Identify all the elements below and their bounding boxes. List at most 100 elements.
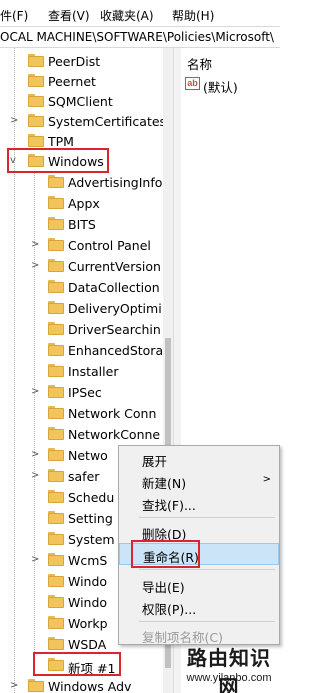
- chevron-right-icon[interactable]: >: [31, 239, 41, 251]
- tree-item-networkconnectivity[interactable]: NetworkConne: [0, 424, 173, 445]
- folder-icon: [48, 343, 64, 357]
- tree-expander[interactable]: [30, 575, 40, 587]
- tree-item-ipsec[interactable]: > IPSec: [0, 382, 173, 403]
- folder-icon: [48, 301, 64, 315]
- tree-item-label: CurrentVersion: [68, 259, 161, 274]
- folder-icon: [48, 259, 64, 273]
- tree-expander[interactable]: [30, 512, 40, 524]
- tree-expander[interactable]: [8, 55, 18, 67]
- folder-icon: [48, 238, 64, 252]
- menu-separator: [139, 569, 275, 570]
- tree-item-installer[interactable]: Installer: [0, 361, 173, 382]
- tree-item-label: WSDA: [68, 637, 107, 652]
- tree-expander[interactable]: [8, 135, 18, 147]
- tree-item-driversearching[interactable]: DriverSearchin: [0, 319, 173, 340]
- tree-item-label: WcmS: [68, 553, 108, 568]
- tree-item-peerdist[interactable]: PeerDist: [0, 51, 173, 72]
- tree-item-bits[interactable]: BITS: [0, 214, 173, 235]
- menu-view[interactable]: 查看(V): [48, 7, 90, 24]
- tree-item-label: Schedu: [68, 490, 115, 505]
- tree-item-enhancedstorage[interactable]: EnhancedStora: [0, 340, 173, 361]
- tree-item-windows-advanced[interactable]: > Windows Adv: [0, 676, 173, 693]
- tree-item-currentversion[interactable]: > CurrentVersion: [0, 256, 173, 277]
- tree-expander[interactable]: [30, 617, 40, 629]
- tree-expander[interactable]: [30, 638, 40, 650]
- folder-icon: [48, 511, 64, 525]
- menu-item-find[interactable]: 查找(F)...: [119, 492, 279, 514]
- tree-expander[interactable]: [30, 302, 40, 314]
- menu-favorites[interactable]: 收藏夹(A): [100, 7, 154, 24]
- chevron-right-icon[interactable]: >: [10, 680, 20, 692]
- menu-item-label: 查找(F)...: [142, 498, 196, 513]
- tree-item-tpm[interactable]: TPM: [0, 131, 173, 152]
- menu-help[interactable]: 帮助(H): [172, 7, 214, 24]
- tree-item-label: EnhancedStora: [68, 343, 164, 358]
- folder-icon: [48, 595, 64, 609]
- folder-icon: [48, 364, 64, 378]
- chevron-right-icon[interactable]: >: [10, 115, 20, 127]
- tree-item-label: Windows: [48, 154, 104, 169]
- folder-icon: [28, 94, 44, 108]
- address-path[interactable]: OCAL MACHINE\SOFTWARE\Policies\Microsoft…: [0, 30, 274, 44]
- folder-icon: [48, 175, 64, 189]
- chevron-down-icon[interactable]: v: [10, 155, 20, 167]
- menu-item-new[interactable]: 新建(N) >: [119, 470, 279, 492]
- tree-item-label: Installer: [68, 364, 119, 379]
- tree-item-control-panel[interactable]: > Control Panel: [0, 235, 173, 256]
- column-header-name[interactable]: 名称: [187, 54, 212, 73]
- tree-item-deliveryoptimization[interactable]: DeliveryOptimi: [0, 298, 173, 319]
- tree-expander[interactable]: [30, 428, 40, 440]
- folder-icon: [48, 280, 64, 294]
- tree-expander[interactable]: [30, 659, 40, 671]
- tree-expander[interactable]: [30, 407, 40, 419]
- tree-item-new-key[interactable]: 新项 #1: [0, 655, 173, 676]
- tree-item-sqmclient[interactable]: SQMClient: [0, 91, 173, 112]
- tree-expander[interactable]: [30, 344, 40, 356]
- tree-item-advertisinginfo[interactable]: AdvertisingInfo: [0, 172, 173, 193]
- tree-item-label: System: [68, 532, 115, 547]
- tree-item-datacollection[interactable]: DataCollection: [0, 277, 173, 298]
- tree-item-network-connections[interactable]: Network Conn: [0, 403, 173, 424]
- chevron-right-icon[interactable]: >: [31, 260, 41, 272]
- menu-separator: [139, 621, 275, 622]
- tree-expander[interactable]: [30, 176, 40, 188]
- folder-icon: [48, 658, 64, 672]
- tree-expander[interactable]: [30, 197, 40, 209]
- menu-item-permissions[interactable]: 权限(P)...: [119, 596, 279, 618]
- tree-expander[interactable]: [30, 491, 40, 503]
- tree-expander[interactable]: [30, 533, 40, 545]
- tree-item-label: SystemCertificates: [48, 114, 167, 129]
- menu-item-rename[interactable]: 重命名(R): [119, 543, 279, 565]
- menu-separator: [139, 517, 275, 518]
- menu-item-label: 权限(P)...: [142, 602, 197, 617]
- tree-item-label: Control Panel: [68, 238, 151, 253]
- chevron-right-icon[interactable]: >: [31, 554, 41, 566]
- tree-expander[interactable]: [8, 95, 18, 107]
- folder-icon: [28, 74, 44, 88]
- menu-item-export[interactable]: 导出(E): [119, 574, 279, 596]
- address-bar[interactable]: OCAL MACHINE\SOFTWARE\Policies\Microsoft…: [0, 26, 280, 48]
- tree-expander[interactable]: [8, 75, 18, 87]
- folder-icon: [48, 469, 64, 483]
- tree-item-label: Setting: [68, 511, 113, 526]
- tree-item-peernet[interactable]: Peernet: [0, 71, 173, 92]
- tree-item-label: IPSec: [68, 385, 102, 400]
- menu-file[interactable]: 件(F): [0, 7, 28, 24]
- tree-expander[interactable]: [30, 596, 40, 608]
- tree-expander[interactable]: [30, 218, 40, 230]
- menu-item-label: 新建(N): [142, 476, 187, 491]
- menu-item-delete[interactable]: 删除(D): [119, 521, 279, 543]
- tree-item-windows[interactable]: v Windows: [0, 151, 173, 172]
- tree-item-label: Network Conn: [68, 406, 157, 421]
- tree-item-label: SQMClient: [48, 94, 113, 109]
- tree-item-appx[interactable]: Appx: [0, 193, 173, 214]
- chevron-right-icon[interactable]: >: [31, 386, 41, 398]
- tree-expander[interactable]: [30, 365, 40, 377]
- chevron-right-icon[interactable]: >: [31, 470, 41, 482]
- tree-item-systemcertificates[interactable]: > SystemCertificates: [0, 111, 173, 132]
- tree-expander[interactable]: [30, 323, 40, 335]
- menu-item-expand[interactable]: 展开: [119, 448, 279, 470]
- tree-expander[interactable]: [30, 281, 40, 293]
- folder-icon: [48, 553, 64, 567]
- chevron-right-icon[interactable]: >: [31, 449, 41, 461]
